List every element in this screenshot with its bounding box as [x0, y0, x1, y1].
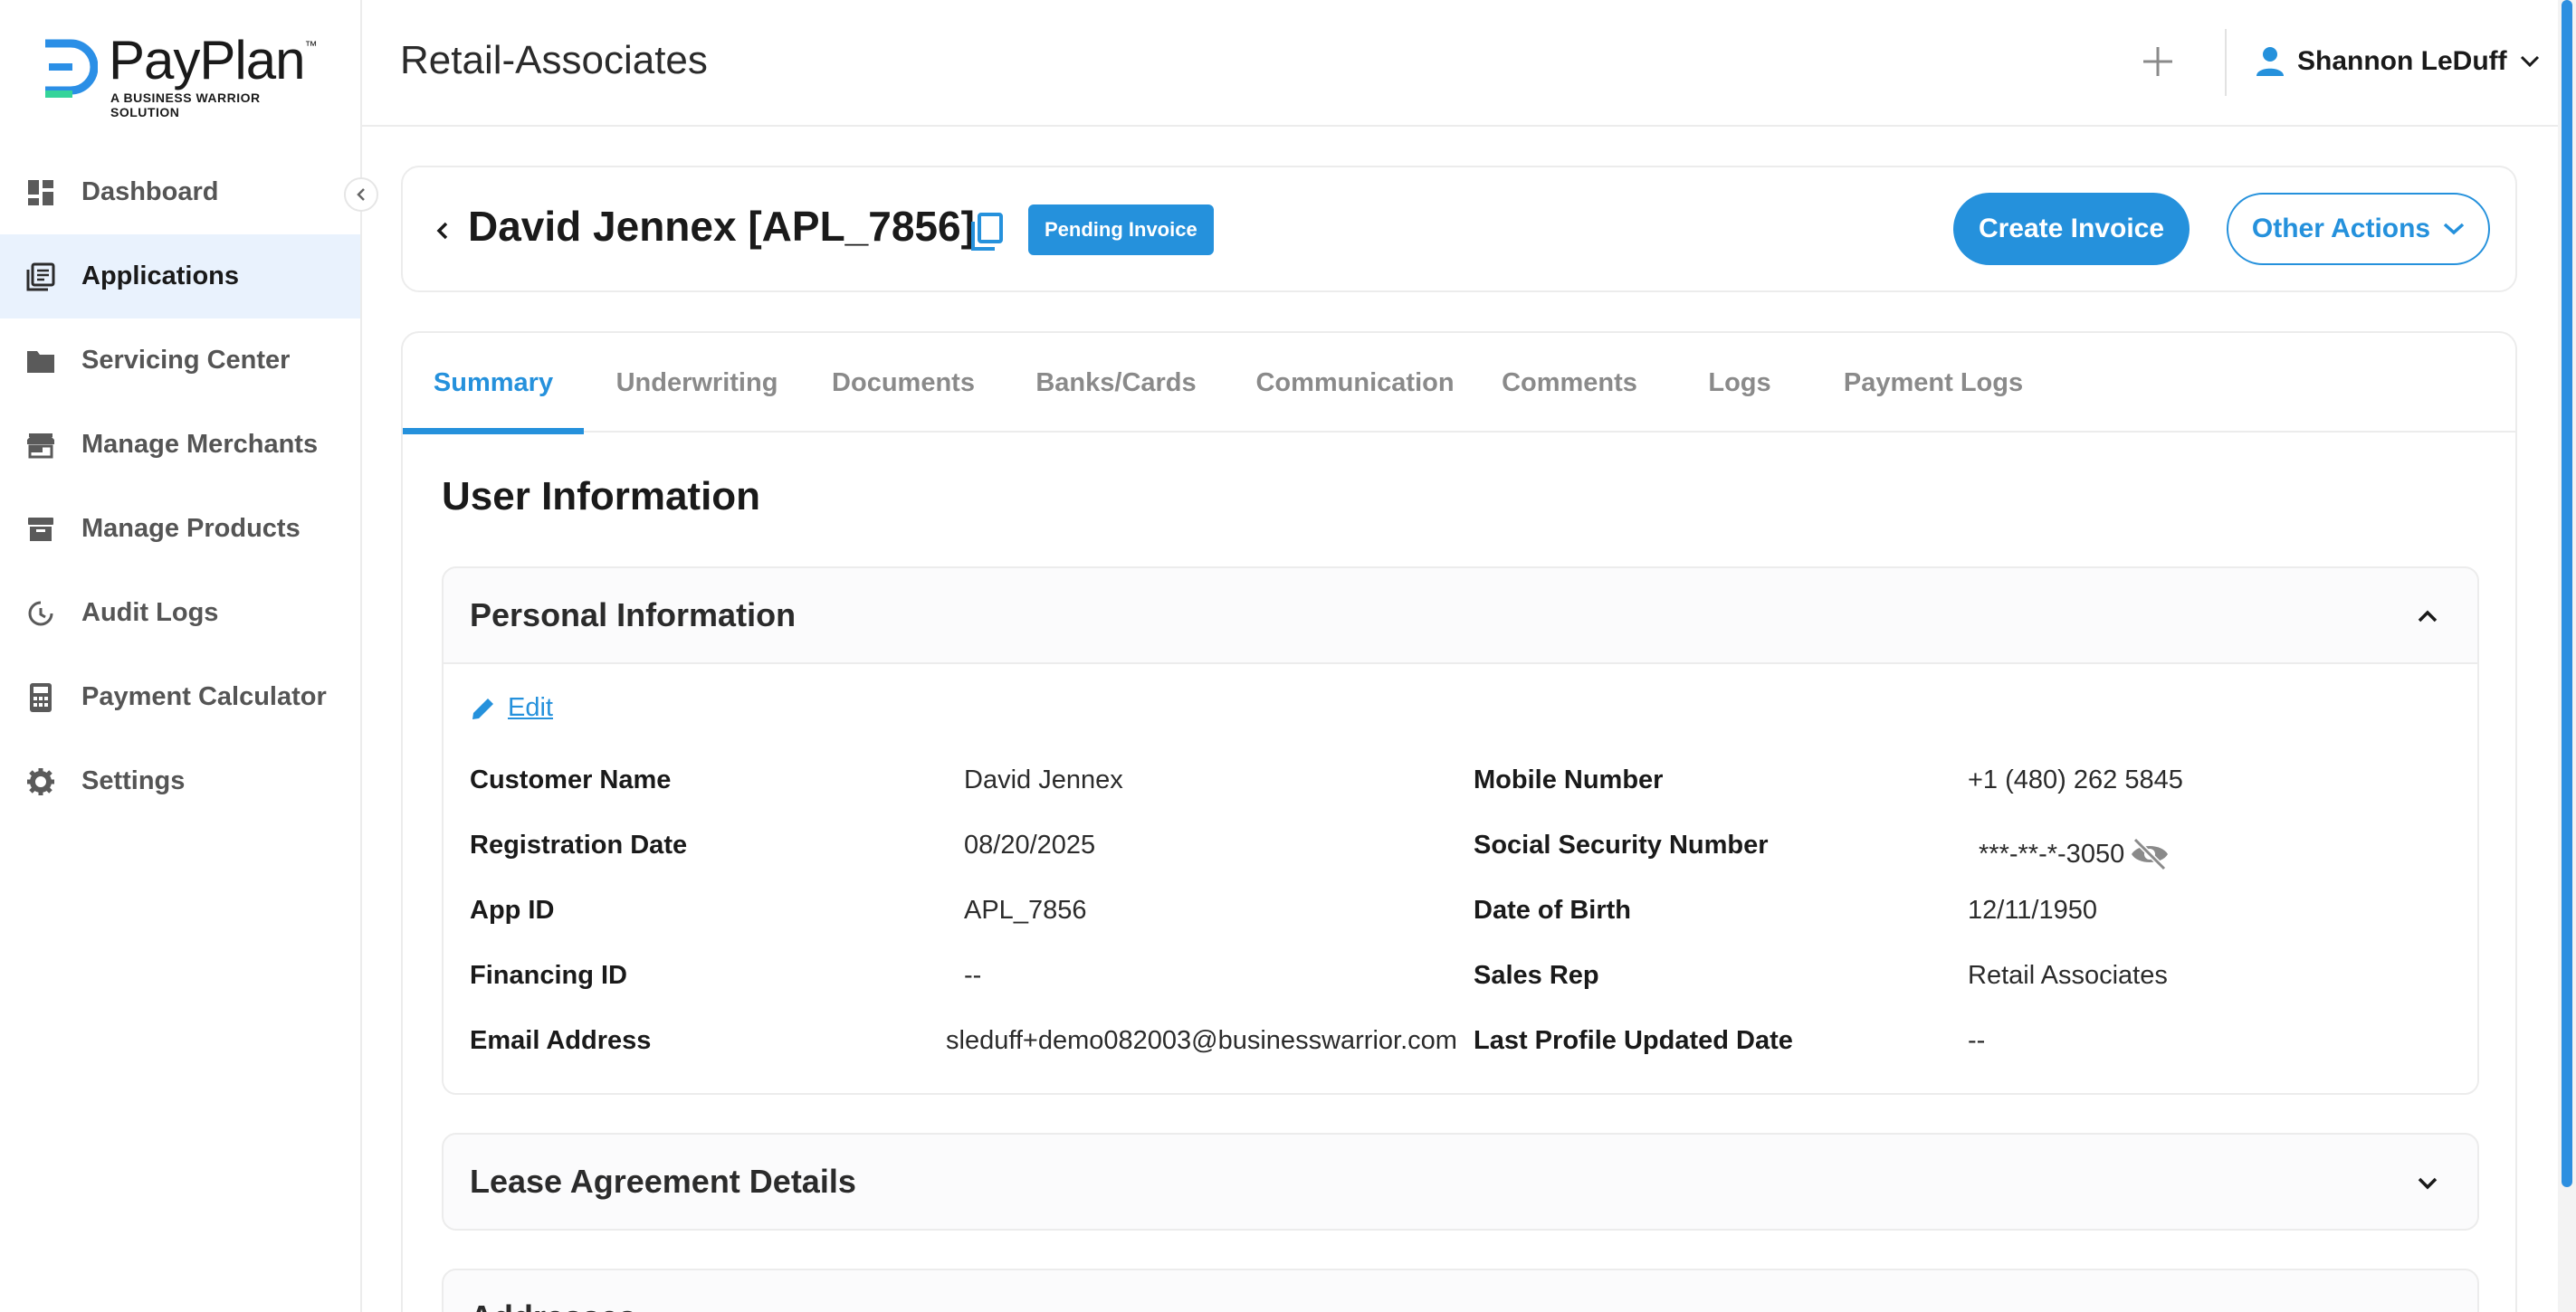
chevron-down-icon [2443, 223, 2465, 235]
lease-agreement-header[interactable]: Lease Agreement Details [444, 1135, 2477, 1229]
application-header-card: David Jennex [APL_7856] Pending Invoice … [401, 166, 2517, 292]
sidebar-item-label: Audit Logs [81, 598, 219, 627]
archive-icon [25, 514, 56, 545]
sidebar-item-label: Payment Calculator [81, 682, 327, 711]
calculator-icon [25, 682, 56, 713]
tab-comments[interactable]: Comments [1474, 333, 1665, 433]
ssn-value: ***-**-*-3050 [1979, 840, 2125, 869]
app-id-value: APL_7856 [964, 896, 1087, 925]
other-actions-label: Other Actions [2251, 214, 2431, 243]
brand-tagline: A BUSINESS WARRIOR SOLUTION [110, 90, 261, 119]
user-menu[interactable]: Shannon LeDuff [2256, 42, 2540, 81]
financing-id-value: -- [964, 961, 982, 990]
tab-underwriting[interactable]: Underwriting [584, 333, 810, 433]
applications-icon [25, 261, 56, 292]
lease-agreement-panel: Lease Agreement Details [442, 1133, 2479, 1231]
last-profile-updated-value: -- [1968, 1026, 1986, 1055]
chevron-left-icon [357, 188, 365, 201]
edit-link[interactable]: Edit [470, 693, 553, 723]
store-icon [25, 430, 56, 461]
last-profile-updated-label: Last Profile Updated Date [1474, 1026, 1793, 1055]
payplan-logo-mark [45, 39, 98, 98]
customer-name-label: Customer Name [470, 765, 672, 794]
tab-summary[interactable]: Summary [403, 333, 584, 434]
date-of-birth-value: 12/11/1950 [1968, 896, 2097, 925]
chevron-down-icon [2520, 55, 2539, 68]
sidebar-item-label: Servicing Center [81, 346, 291, 375]
payplan-logo[interactable]: PayPlan™ A BUSINESS WARRIOR SOLUTION [40, 30, 329, 119]
app-id-label: App ID [470, 896, 555, 925]
page-title: Retail-Associates [400, 38, 708, 82]
copy-icon[interactable] [968, 211, 1006, 252]
tab-payment-logs[interactable]: Payment Logs [1815, 333, 2052, 433]
panel-title: Personal Information [470, 596, 797, 633]
personal-information-body: Edit Customer Name David Jennex Registra… [444, 662, 2477, 1093]
sidebar: PayPlan™ A BUSINESS WARRIOR SOLUTION Das… [0, 0, 362, 1312]
personal-information-header[interactable]: Personal Information [444, 568, 2477, 662]
history-icon [25, 598, 56, 629]
gear-icon [25, 766, 56, 797]
tab-communication[interactable]: Communication [1236, 333, 1474, 433]
panel-title: Addresses [470, 1298, 636, 1312]
create-invoice-button[interactable]: Create Invoice [1953, 193, 2190, 265]
back-arrow-icon[interactable] [426, 214, 459, 247]
sidebar-item-label: Settings [81, 766, 186, 795]
tab-logs[interactable]: Logs [1665, 333, 1815, 433]
tab-banks-cards[interactable]: Banks/Cards [997, 333, 1236, 433]
pencil-icon [472, 698, 493, 719]
sidebar-item-label: Manage Products [81, 514, 301, 543]
top-bar: Retail-Associates Shannon LeDuff [362, 0, 2562, 127]
user-icon [2256, 47, 2284, 76]
chevron-down-icon[interactable] [2412, 1303, 2443, 1312]
sidebar-item-settings[interactable]: Settings [0, 739, 360, 823]
financing-id-label: Financing ID [470, 961, 627, 990]
sales-rep-label: Sales Rep [1474, 961, 1599, 990]
personal-information-panel: Personal Information Edit Customer Name … [442, 566, 2479, 1095]
sidebar-item-servicing-center[interactable]: Servicing Center [0, 318, 360, 403]
sidebar-item-manage-products[interactable]: Manage Products [0, 487, 360, 571]
folder-icon [25, 346, 56, 376]
registration-date-value: 08/20/2025 [964, 831, 1096, 860]
date-of-birth-label: Date of Birth [1474, 896, 1631, 925]
sidebar-collapse-button[interactable] [344, 177, 378, 212]
sidebar-item-label: Manage Merchants [81, 430, 319, 459]
sidebar-item-applications[interactable]: Applications [0, 234, 360, 318]
chevron-down-icon[interactable] [2412, 1167, 2443, 1198]
user-name: Shannon LeDuff [2297, 46, 2507, 76]
sidebar-item-label: Dashboard [81, 177, 219, 206]
scrollbar-thumb[interactable] [2562, 0, 2572, 1187]
addresses-header[interactable]: Addresses [444, 1270, 2477, 1312]
app-root: PayPlan™ A BUSINESS WARRIOR SOLUTION Das… [0, 0, 2576, 1312]
eye-off-icon[interactable] [2129, 836, 2171, 872]
other-actions-button[interactable]: Other Actions [2227, 193, 2490, 265]
panel-title: Lease Agreement Details [470, 1163, 856, 1200]
ssn-label: Social Security Number [1474, 831, 1769, 860]
sidebar-nav: Dashboard Applications Servicing Center … [0, 150, 360, 823]
application-name: David Jennex [APL_7856] [468, 203, 975, 250]
sidebar-item-payment-calculator[interactable]: Payment Calculator [0, 655, 360, 739]
add-icon[interactable] [2138, 42, 2178, 81]
sales-rep-value: Retail Associates [1968, 961, 2168, 990]
brand-name: PayPlan™ [109, 30, 317, 90]
chevron-up-icon[interactable] [2412, 601, 2443, 632]
addresses-panel: Addresses [442, 1269, 2479, 1312]
email-address-value: sleduff+demo082003@businesswarrior.com [946, 1026, 1457, 1055]
application-detail-card: Summary Underwriting Documents Banks/Car… [401, 331, 2517, 1312]
sidebar-item-label: Applications [81, 261, 240, 290]
registration-date-label: Registration Date [470, 831, 688, 860]
edit-label: Edit [508, 693, 553, 722]
tab-documents[interactable]: Documents [810, 333, 997, 433]
header-divider [2225, 29, 2227, 96]
mobile-number-value: +1 (480) 262 5845 [1968, 765, 2183, 794]
customer-name-value: David Jennex [964, 765, 1123, 794]
dashboard-icon [25, 177, 56, 208]
tab-bar: Summary Underwriting Documents Banks/Car… [403, 333, 2515, 434]
sidebar-item-manage-merchants[interactable]: Manage Merchants [0, 403, 360, 487]
sidebar-item-dashboard[interactable]: Dashboard [0, 150, 360, 234]
email-address-label: Email Address [470, 1026, 652, 1055]
status-badge: Pending Invoice [1028, 204, 1214, 255]
sidebar-item-audit-logs[interactable]: Audit Logs [0, 571, 360, 655]
mobile-number-label: Mobile Number [1474, 765, 1664, 794]
section-title: User Information [442, 474, 761, 518]
